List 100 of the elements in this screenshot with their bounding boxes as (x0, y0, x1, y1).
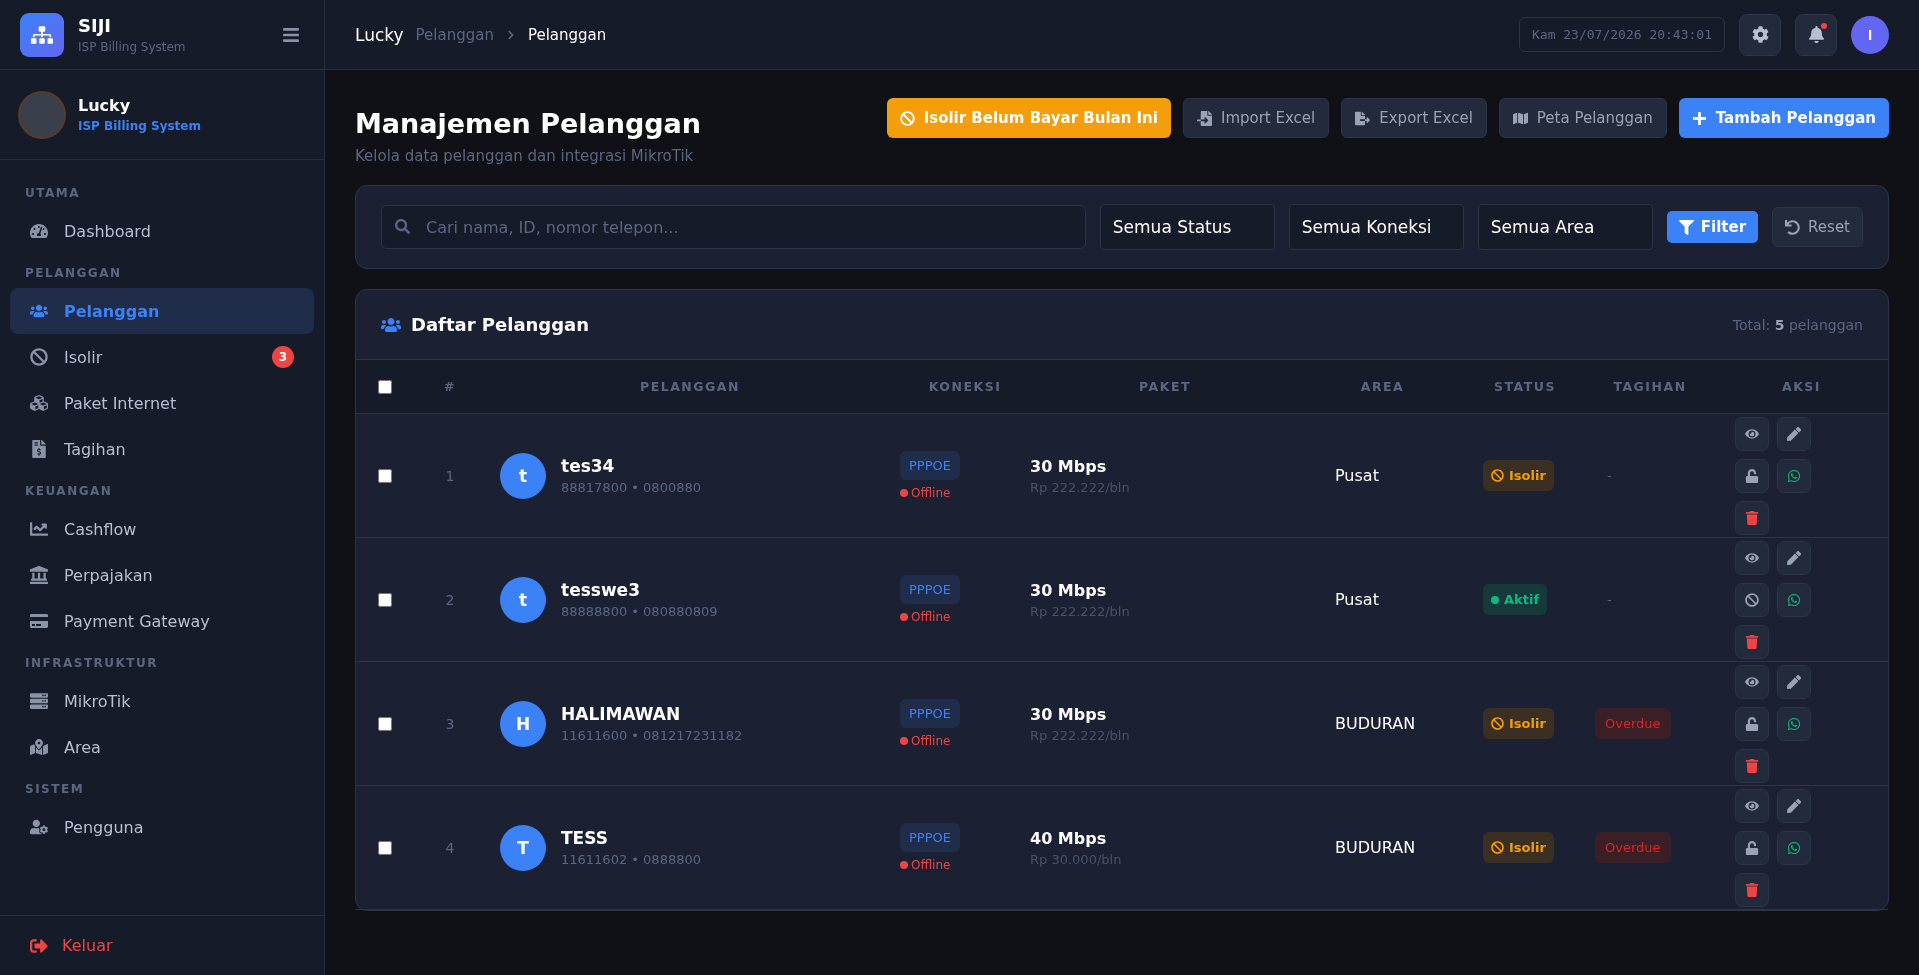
row-checkbox[interactable] (378, 716, 392, 731)
trash-icon (1745, 634, 1759, 649)
eye-icon (1745, 550, 1759, 565)
filter-select[interactable]: Semua Status (1099, 204, 1275, 250)
total-count: Total: 5 pelanggan (1732, 316, 1863, 333)
status-badge: Isolir (1483, 832, 1554, 863)
section-label: SISTEM (24, 781, 86, 798)
chevron-right-icon (505, 29, 516, 40)
whatsapp-icon (1787, 592, 1801, 607)
view-button[interactable] (1735, 540, 1769, 575)
whatsapp-button[interactable] (1777, 458, 1811, 493)
column-header: STATUS (1493, 379, 1557, 394)
row-number: 2 (444, 591, 456, 608)
column-header: AKSI (1781, 379, 1822, 394)
sidebar-item[interactable]: Tagihan (10, 426, 314, 472)
status-badge: Aktif (1483, 584, 1548, 615)
undo-icon (1785, 219, 1801, 235)
user-name: Lucky (78, 96, 132, 115)
sidebar-item[interactable]: Isolir 3 (10, 334, 314, 380)
action-button[interactable]: Export Excel (1341, 98, 1487, 138)
sidebar-item[interactable]: Payment Gateway (10, 598, 314, 644)
logout-link[interactable]: Keluar (30, 936, 113, 955)
select-all-checkbox[interactable] (378, 379, 392, 394)
row-number: 3 (444, 715, 456, 732)
row-number: 1 (444, 467, 456, 484)
sidebar-item[interactable]: Pengguna (10, 804, 314, 850)
breadcrumb-link[interactable]: Lucky (355, 24, 404, 45)
invoice-icon (30, 440, 48, 458)
initial-avatar: t (500, 452, 546, 499)
bill-status: - (1607, 592, 1612, 607)
sidebar-item[interactable]: Dashboard (10, 208, 314, 254)
reset-button[interactable]: Reset (1772, 207, 1863, 247)
edit-button[interactable] (1777, 416, 1811, 451)
bank-icon (30, 566, 48, 584)
edit-button[interactable] (1777, 540, 1811, 575)
customer-meta: 88888800 • 080880809 (561, 604, 719, 619)
action-button[interactable]: Tambah Pelanggan (1678, 98, 1889, 138)
trash-icon (1745, 882, 1759, 897)
sidebar-item[interactable]: Cashflow (10, 506, 314, 552)
pencil-icon (1787, 674, 1801, 689)
row-checkbox[interactable] (378, 592, 392, 607)
area-cell-text: BUDURAN (1334, 714, 1417, 733)
connection-type: PPPOE (900, 823, 960, 852)
unlock-button[interactable] (1735, 458, 1769, 493)
delete-button[interactable] (1735, 872, 1769, 907)
action-button[interactable]: Peta Pelanggan (1498, 98, 1667, 138)
filter-button[interactable]: Filter (1666, 211, 1759, 243)
row-checkbox[interactable] (378, 468, 392, 483)
sidebar-item[interactable]: Perpajakan (10, 552, 314, 598)
sidebar-item[interactable]: Pelanggan (10, 288, 314, 334)
view-button[interactable] (1735, 416, 1769, 451)
connection-type: PPPOE (900, 575, 960, 604)
view-button[interactable] (1735, 788, 1769, 823)
delete-button[interactable] (1735, 748, 1769, 783)
whatsapp-button[interactable] (1777, 706, 1811, 741)
table-title: Daftar Pelanggan (411, 314, 591, 335)
unlock-button[interactable] (1735, 706, 1769, 741)
pencil-icon (1787, 550, 1801, 565)
search-field[interactable]: Cari nama, ID, nomor telepon... (381, 205, 1086, 249)
file-import-icon (1196, 110, 1212, 126)
ban-icon (1491, 717, 1504, 730)
users-icon (30, 302, 48, 320)
action-button[interactable]: Import Excel (1182, 98, 1330, 138)
ban-icon (1745, 592, 1759, 607)
logout-icon (30, 936, 48, 955)
filter-select[interactable]: Semua Area (1477, 204, 1653, 250)
filter-select[interactable]: Semua Koneksi (1288, 204, 1464, 250)
map-icon (1512, 110, 1528, 126)
sidebar-item[interactable]: MikroTik (10, 678, 314, 724)
notification-button[interactable] (1795, 13, 1837, 56)
user-avatar[interactable]: I (1851, 15, 1889, 54)
online-status: Offline (900, 486, 951, 500)
sidebar-item[interactable]: Paket Internet (10, 380, 314, 426)
breadcrumb-link[interactable]: Pelanggan (527, 25, 607, 44)
bill-status: Overdue (1595, 708, 1671, 739)
sidebar-item[interactable]: Area (10, 724, 314, 770)
funnel-icon (1678, 219, 1694, 235)
row-checkbox[interactable] (378, 840, 392, 855)
isolate-button[interactable] (1735, 582, 1769, 617)
package-speed: 30 Mbps (1030, 580, 1108, 600)
gauge-icon (30, 222, 48, 240)
trash-icon (1745, 510, 1759, 525)
unlock-icon (1745, 840, 1759, 855)
whatsapp-button[interactable] (1777, 582, 1811, 617)
view-button[interactable] (1735, 664, 1769, 699)
package-speed: 40 Mbps (1030, 828, 1108, 848)
section-label: KEUANGAN (24, 483, 114, 500)
delete-button[interactable] (1735, 500, 1769, 535)
settings-button[interactable] (1739, 13, 1781, 56)
pencil-icon (1787, 798, 1801, 813)
bell-icon (1807, 26, 1825, 43)
unlock-button[interactable] (1735, 830, 1769, 865)
edit-button[interactable] (1777, 788, 1811, 823)
plus-icon (1691, 110, 1707, 126)
section-label: PELANGGAN (24, 265, 123, 282)
credit-card-icon (30, 612, 48, 630)
page-title: Manajemen Pelanggan (355, 108, 702, 139)
edit-button[interactable] (1777, 664, 1811, 699)
delete-button[interactable] (1735, 624, 1769, 659)
whatsapp-button[interactable] (1777, 830, 1811, 865)
